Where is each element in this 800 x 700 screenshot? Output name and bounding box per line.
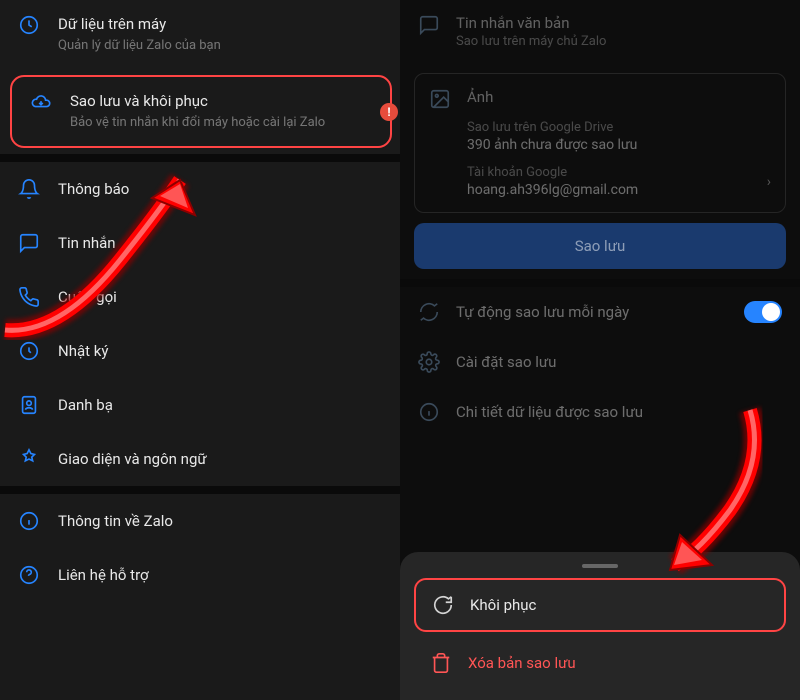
divider	[0, 486, 400, 494]
backup-details-row[interactable]: Chi tiết dữ liệu được sao lưu	[400, 387, 800, 437]
chevron-right-icon: ›	[767, 174, 771, 190]
row-subtitle: Sao lưu trên máy chủ Zalo	[456, 34, 782, 49]
menu-item-backup[interactable]: Sao lưu và khôi phục Bảo vệ tin nhắn khi…	[12, 77, 390, 146]
photo-backup-card: Ảnh Sao lưu trên Google Drive 390 ảnh ch…	[414, 73, 786, 213]
menu-item-appearance[interactable]: Giao diện và ngôn ngữ	[0, 432, 400, 486]
clock-history-icon	[18, 340, 40, 362]
backup-detail-panel: Tin nhắn văn bản Sao lưu trên máy chủ Za…	[400, 0, 800, 700]
backup-settings-row[interactable]: Cài đặt sao lưu	[400, 337, 800, 387]
restore-button[interactable]: Khôi phục	[414, 578, 786, 632]
gear-icon	[418, 351, 440, 373]
storage-value: 390 ảnh chưa được sao lưu	[467, 137, 771, 153]
text-message-backup-row[interactable]: Tin nhắn văn bản Sao lưu trên máy chủ Za…	[400, 0, 800, 63]
menu-item-subtitle: Quản lý dữ liệu Zalo của bạn	[58, 37, 382, 55]
storage-label: Sao lưu trên Google Drive	[467, 120, 771, 135]
photo-header-label: Ảnh	[467, 88, 493, 106]
grab-handle[interactable]	[582, 564, 618, 568]
menu-item-title: Liên hệ hỗ trợ	[58, 565, 149, 586]
menu-item-title: Tin nhắn	[58, 233, 116, 254]
menu-item-about[interactable]: Thông tin về Zalo	[0, 494, 400, 548]
menu-item-timeline[interactable]: Nhật ký	[0, 324, 400, 378]
phone-icon	[18, 286, 40, 308]
cloud-sync-icon	[30, 91, 52, 113]
menu-item-title: Dữ liệu trên máy	[58, 14, 382, 35]
toggle-switch[interactable]	[744, 301, 782, 323]
menu-item-calls[interactable]: Cuộc gọi	[0, 270, 400, 324]
menu-item-notifications[interactable]: Thông báo	[0, 162, 400, 216]
auto-backup-row[interactable]: Tự động sao lưu mỗi ngày	[400, 287, 800, 337]
menu-item-data[interactable]: Dữ liệu trên máy Quản lý dữ liệu Zalo củ…	[0, 0, 400, 69]
highlight-backup-restore: Sao lưu và khôi phục Bảo vệ tin nhắn khi…	[10, 75, 392, 148]
sync-icon	[418, 301, 440, 323]
toggle-label: Tự động sao lưu mỗi ngày	[456, 303, 728, 321]
photo-card-header: Ảnh	[429, 88, 771, 120]
menu-item-title: Nhật ký	[58, 341, 108, 362]
trash-icon	[430, 652, 452, 674]
account-label: Tài khoản Google	[467, 165, 767, 180]
delete-label: Xóa bản sao lưu	[468, 654, 576, 672]
account-value: hoang.ah396lg@gmail.com	[467, 182, 767, 198]
menu-item-title: Thông báo	[58, 179, 129, 200]
menu-item-subtitle: Bảo vệ tin nhắn khi đổi máy hoặc cài lại…	[70, 114, 372, 132]
alert-badge-icon: !	[380, 103, 398, 121]
bottom-sheet: Khôi phục Xóa bản sao lưu	[400, 552, 800, 700]
image-icon	[429, 88, 451, 110]
support-icon	[18, 564, 40, 586]
delete-backup-button[interactable]: Xóa bản sao lưu	[414, 640, 786, 686]
divider	[0, 154, 400, 162]
google-account-row[interactable]: Tài khoản Google hoang.ah396lg@gmail.com…	[429, 165, 771, 198]
row-label: Chi tiết dữ liệu được sao lưu	[456, 403, 782, 421]
menu-item-title: Giao diện và ngôn ngữ	[58, 449, 207, 470]
clock-icon	[18, 14, 40, 36]
contacts-icon	[18, 394, 40, 416]
divider	[400, 279, 800, 287]
bell-icon	[18, 178, 40, 200]
info-icon	[418, 401, 440, 423]
row-label: Cài đặt sao lưu	[456, 353, 782, 371]
menu-item-contacts[interactable]: Danh bạ	[0, 378, 400, 432]
menu-item-support[interactable]: Liên hệ hỗ trợ	[0, 548, 400, 602]
restore-icon	[432, 594, 454, 616]
row-title: Tin nhắn văn bản	[456, 14, 782, 32]
menu-item-title: Sao lưu và khôi phục	[70, 91, 372, 112]
menu-item-title: Thông tin về Zalo	[58, 511, 173, 532]
menu-item-messages[interactable]: Tin nhắn	[0, 216, 400, 270]
settings-menu-panel: Dữ liệu trên máy Quản lý dữ liệu Zalo củ…	[0, 0, 400, 700]
info-icon	[18, 510, 40, 532]
chat-icon	[18, 232, 40, 254]
restore-label: Khôi phục	[470, 596, 536, 614]
menu-item-title: Danh bạ	[58, 395, 113, 416]
chat-bubble-icon	[418, 14, 440, 36]
menu-item-title: Cuộc gọi	[58, 287, 117, 308]
appearance-icon	[18, 448, 40, 470]
backup-button[interactable]: Sao lưu	[414, 223, 786, 269]
